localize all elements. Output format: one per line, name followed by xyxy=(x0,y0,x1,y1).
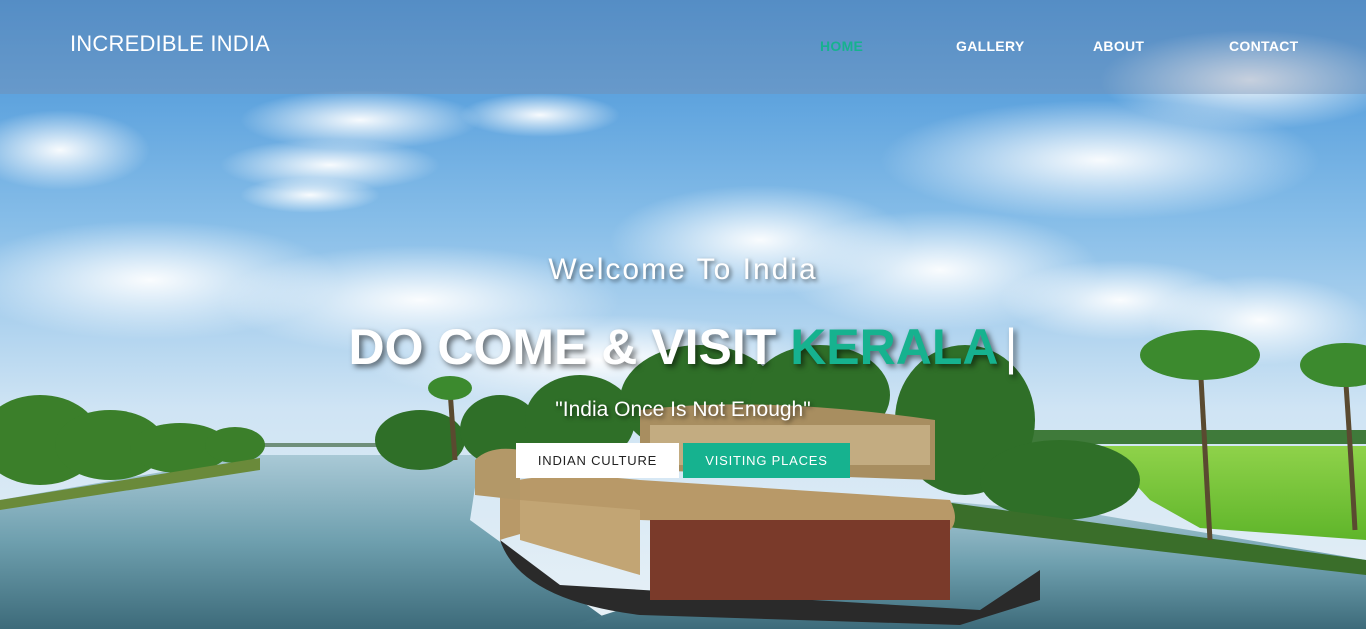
hero-background-image xyxy=(0,0,1366,629)
tagline: "India Once Is Not Enough" xyxy=(555,398,811,421)
top-navbar: INCREDIBLE INDIA HOME GALLERY ABOUT CONT… xyxy=(0,0,1366,94)
typing-cursor: | xyxy=(1004,319,1018,375)
brand-logo-link[interactable]: INCREDIBLE INDIA xyxy=(70,31,270,57)
headline: DO COME & VISIT KERALA | xyxy=(0,318,1366,376)
nav-contact[interactable]: CONTACT xyxy=(1229,38,1299,54)
indian-culture-button[interactable]: INDIAN CULTURE xyxy=(516,443,679,478)
nav-about[interactable]: ABOUT xyxy=(1093,38,1144,54)
welcome-heading: Welcome To India xyxy=(548,253,818,286)
headline-prefix: DO COME & VISIT xyxy=(348,319,791,375)
nav-gallery[interactable]: GALLERY xyxy=(956,38,1024,54)
visiting-places-button[interactable]: VISITING PLACES xyxy=(683,443,850,478)
headline-highlight: KERALA xyxy=(790,319,999,375)
nav-home[interactable]: HOME xyxy=(820,38,863,54)
